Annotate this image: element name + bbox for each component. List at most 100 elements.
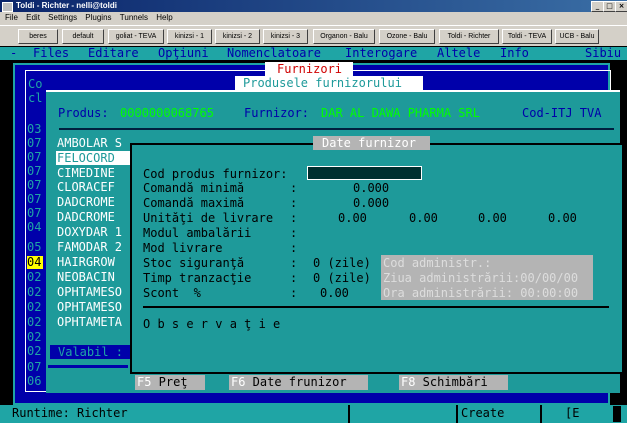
menu-edit[interactable]: Edit <box>26 13 40 22</box>
session-button[interactable]: kinizsi - 2 <box>215 29 260 44</box>
menu-plugins[interactable]: Plugins <box>85 13 111 22</box>
comanda-maxima-label: Comandă maximă <box>143 196 245 210</box>
session-button[interactable]: kinizsi - 1 <box>167 29 212 44</box>
session-button[interactable]: beres <box>18 29 58 44</box>
timp-tranzactie-value[interactable]: 0 (zile) <box>313 271 371 285</box>
menu-bar: File Edit Settings Plugins Tunnels Help <box>0 12 627 24</box>
produs-value: 0000000068765 <box>120 106 214 120</box>
field-colon: : <box>290 286 298 300</box>
list-item[interactable]: DADCROME <box>57 195 115 209</box>
app-main-menu: - Files Editare Opţiuni Nomenclatoare In… <box>0 46 627 60</box>
list-item[interactable]: OPHTAMETA <box>57 315 122 329</box>
menu-dash: - <box>10 46 18 60</box>
ziua-administrarii: Ziua administrării:00/00/00 <box>383 271 579 285</box>
date-furnizor-title: Date furnizor <box>322 136 416 150</box>
f6-key: F6 <box>231 375 246 389</box>
list-item[interactable]: DOXYDAR 1 <box>57 225 122 239</box>
list-item[interactable]: DADCROME <box>57 210 115 224</box>
unitati-livrare-label: Unităţi de livrare <box>143 211 274 225</box>
field-colon: : <box>290 196 298 210</box>
scont-label: Scont % <box>143 286 201 300</box>
app-menu-sibiu: Sibiu <box>585 46 622 60</box>
list-item[interactable]: HAIRGROW <box>57 255 115 269</box>
comanda-minima-label: Comandă minimă <box>143 181 245 195</box>
session-button[interactable]: default <box>62 29 104 44</box>
app-menu-interogare[interactable]: Interogare <box>345 46 417 60</box>
field-colon: : <box>290 226 298 240</box>
list-item-selected[interactable]: FELOCORD <box>57 151 115 165</box>
observatie-divider <box>143 306 609 308</box>
valabil-label: Valabil : <box>58 345 124 359</box>
app-menu-optiuni[interactable]: Opţiuni <box>158 46 209 60</box>
app-menu-altele[interactable]: Altele <box>437 46 480 60</box>
menu-settings[interactable]: Settings <box>48 13 77 22</box>
f5-label: Preţ <box>151 375 188 389</box>
menu-help[interactable]: Help <box>156 13 172 22</box>
status-separator <box>540 405 542 423</box>
ora-administrarii: Ora administrării: 00:00:00 <box>383 286 579 300</box>
modul-ambalarii-label: Modul ambalării <box>143 226 252 240</box>
field-colon: : <box>290 256 298 270</box>
list-item[interactable]: NEOBACIN <box>57 270 115 284</box>
status-bar: Runtime: Richter Create [E <box>0 405 627 423</box>
cod-produs-furnizor-label: Cod produs furnizor: <box>143 167 288 181</box>
app-menu-nomenclatoare[interactable]: Nomenclatoare <box>227 46 321 60</box>
comanda-maxima-value[interactable]: 0.000 <box>353 196 389 210</box>
session-button[interactable]: Toldi - TEVA <box>502 29 552 44</box>
session-button[interactable]: UCB - Balu <box>555 29 599 44</box>
list-item[interactable]: AMBOLAR S <box>57 136 122 150</box>
cursor-block <box>613 406 621 422</box>
field-colon: : <box>290 241 298 255</box>
header-divider <box>59 128 614 130</box>
list-item[interactable]: OPHTAMESO <box>57 285 122 299</box>
session-toolbar: beres default goliat - TEVA kinizsi - 1 … <box>0 25 627 47</box>
session-button[interactable]: Ozone - Balu <box>379 29 435 44</box>
timp-tranzactie-label: Timp tranzacţie <box>143 271 252 285</box>
session-button[interactable]: Toldi - Richter <box>439 29 499 44</box>
f5-pret-button[interactable]: F5 Preţ <box>135 375 205 390</box>
unitati-livrare-value[interactable]: 0.00 <box>409 211 438 225</box>
produs-label: Produs: <box>58 106 109 120</box>
close-button[interactable]: × <box>615 1 627 12</box>
unitati-livrare-value[interactable]: 0.00 <box>548 211 577 225</box>
cod-produs-furnizor-input[interactable] <box>307 166 422 180</box>
list-item[interactable]: CIMEDINE <box>57 166 115 180</box>
scont-value[interactable]: 0.00 <box>320 286 349 300</box>
field-colon: : <box>290 211 298 225</box>
stoc-siguranta-label: Stoc siguranţă <box>143 256 245 270</box>
f6-date-furnizor-button[interactable]: F6 Date frunizor <box>229 375 368 390</box>
app-menu-editare[interactable]: Editare <box>88 46 139 60</box>
produse-top-border <box>46 90 620 92</box>
status-separator <box>348 405 350 423</box>
status-flag: [E <box>565 406 580 420</box>
unitati-livrare-value[interactable]: 0.00 <box>338 211 367 225</box>
menu-file[interactable]: File <box>5 13 18 22</box>
furnizor-label: Furnizor: <box>244 106 310 120</box>
session-button[interactable]: Organon - Balu <box>313 29 375 44</box>
furnizori-title: Furnizori <box>277 62 343 76</box>
f6-label: Date frunizor <box>245 375 347 389</box>
app-menu-files[interactable]: Files <box>33 46 69 60</box>
session-button[interactable]: goliat - TEVA <box>108 29 164 44</box>
f8-schimbari-button[interactable]: F8 Schimbări <box>399 375 508 390</box>
status-separator <box>456 405 458 423</box>
unitati-livrare-value[interactable]: 0.00 <box>478 211 507 225</box>
list-item[interactable]: OPHTAMESO <box>57 300 122 314</box>
cod-itj-tva-label: Cod-ITJ TVA <box>522 106 602 120</box>
title-bar: Toldi - Richter - nelli@toldi _ □ × <box>0 0 627 12</box>
cod-administr: Cod administr.: <box>383 256 492 270</box>
list-item[interactable]: CLORACEF <box>57 180 115 194</box>
mod-livrare-label: Mod livrare <box>143 241 223 255</box>
f5-key: F5 <box>137 375 152 389</box>
field-colon: : <box>290 271 298 285</box>
produse-title: Produsele furnizorului <box>243 76 402 90</box>
menu-tunnels[interactable]: Tunnels <box>120 13 148 22</box>
comanda-minima-value[interactable]: 0.000 <box>353 181 389 195</box>
session-button[interactable]: kinizsi - 3 <box>263 29 308 44</box>
furnizor-value: DAR AL DAWA PHARMA SRL <box>321 106 480 120</box>
field-colon: : <box>290 181 298 195</box>
app-menu-info[interactable]: Info <box>500 46 529 60</box>
valabil-underline <box>48 365 128 368</box>
stoc-siguranta-value[interactable]: 0 (zile) <box>313 256 371 270</box>
list-item[interactable]: FAMODAR 2 <box>57 240 122 254</box>
